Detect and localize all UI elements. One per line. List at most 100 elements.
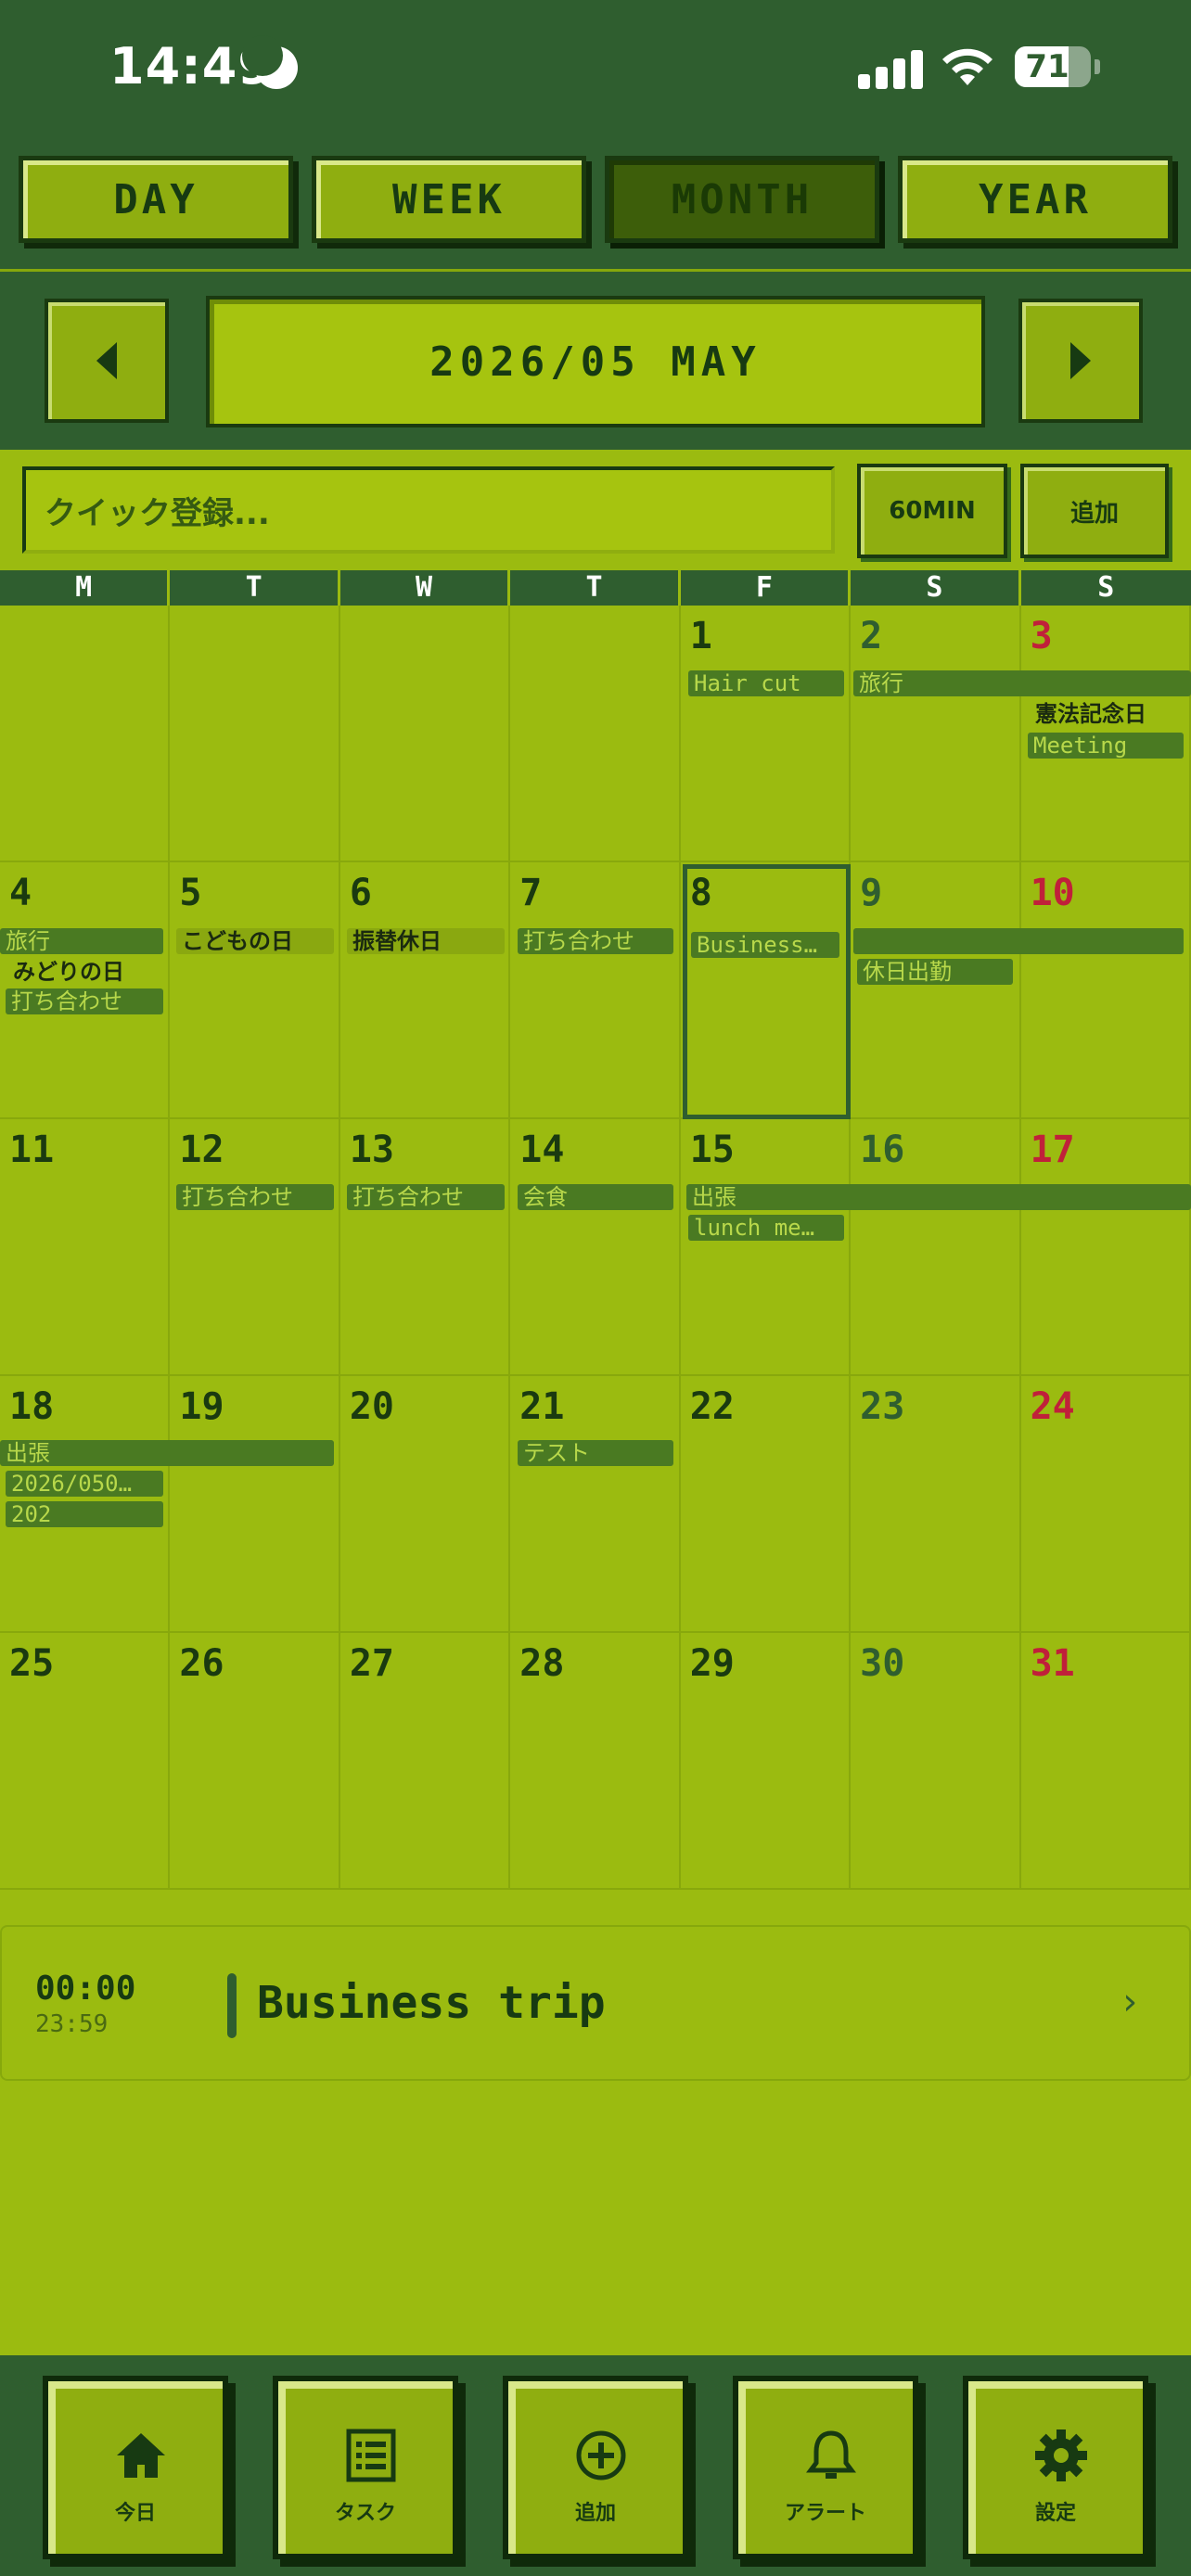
weekday-label: M xyxy=(0,570,171,606)
calendar-day-cell[interactable] xyxy=(170,606,340,862)
calendar-day-cell[interactable]: 2 xyxy=(851,606,1021,862)
weekday-label: T xyxy=(170,570,340,606)
bell-icon xyxy=(806,2430,856,2479)
calendar-day-cell[interactable] xyxy=(0,606,171,862)
event-bar[interactable]: Hair cut xyxy=(688,670,844,696)
day-number: 14 xyxy=(519,1129,565,1171)
month-grid: 1 2 3 4 5 6 7 8 9 10 11 12 13 14 15 16 17 18 19 20 21 22 23 24 2… xyxy=(0,606,1191,1891)
day-number: 26 xyxy=(179,1642,224,1685)
calendar-day-cell[interactable]: 15 xyxy=(680,1119,852,1376)
nav-tasks-button[interactable]: タスク xyxy=(273,2376,458,2559)
calendar-day-cell[interactable]: 1 xyxy=(680,606,852,862)
day-number: 16 xyxy=(860,1129,905,1171)
nav-label: 設定 xyxy=(1034,2502,1076,2525)
calendar-day-cell[interactable]: 22 xyxy=(680,1376,852,1633)
day-number: 17 xyxy=(1030,1129,1075,1171)
event-bar[interactable]: Business… xyxy=(691,932,839,958)
event-bar[interactable]: 出張 xyxy=(686,1184,1191,1210)
day-number: 5 xyxy=(179,872,202,914)
event-start-time: 00:00 xyxy=(35,1970,136,2008)
day-number: 10 xyxy=(1030,872,1075,914)
calendar-day-cell[interactable]: 6 xyxy=(339,862,511,1119)
calendar-day-cell[interactable]: 5 xyxy=(170,862,340,1119)
day-number: 20 xyxy=(349,1385,395,1428)
day-number: 7 xyxy=(519,872,543,914)
event-bar[interactable]: 打ち合わせ xyxy=(518,928,673,954)
event-bar[interactable]: lunch me… xyxy=(688,1215,844,1241)
nav-add-button[interactable]: 追加 xyxy=(503,2376,688,2559)
calendar-day-cell[interactable]: 24 xyxy=(1020,1376,1191,1633)
day-number: 28 xyxy=(519,1642,565,1685)
event-color-bar xyxy=(227,1973,237,2038)
event-detail-row[interactable]: 00:00 23:59 Business trip › xyxy=(0,1925,1191,2081)
event-bar[interactable]: 旅行 xyxy=(853,670,1191,696)
quick-add-input[interactable]: クイック登録... xyxy=(22,466,835,554)
calendar-day-cell[interactable]: 11 xyxy=(0,1119,171,1376)
day-number: 31 xyxy=(1030,1642,1075,1685)
event-bar[interactable]: 打ち合わせ xyxy=(347,1184,505,1210)
calendar-day-cell[interactable]: 20 xyxy=(339,1376,511,1633)
calendar-day-cell[interactable]: 21 xyxy=(510,1376,681,1633)
calendar-day-cell[interactable]: 13 xyxy=(339,1119,511,1376)
event-bar[interactable]: Meeting xyxy=(1028,733,1184,759)
day-number: 24 xyxy=(1030,1385,1075,1428)
day-number: 27 xyxy=(349,1642,395,1685)
event-bar[interactable]: 打ち合わせ xyxy=(6,988,163,1014)
previous-month-button[interactable] xyxy=(45,299,169,423)
event-bar[interactable]: テスト xyxy=(518,1440,673,1466)
nav-alerts-button[interactable]: アラート xyxy=(733,2376,918,2559)
event-bar[interactable]: 出張 xyxy=(0,1440,334,1466)
gear-icon xyxy=(1035,2429,1087,2481)
next-month-button[interactable] xyxy=(1018,299,1143,423)
calendar-day-cell[interactable]: 27 xyxy=(339,1633,511,1890)
calendar-day-cell[interactable]: 26 xyxy=(170,1633,340,1890)
calendar-day-cell[interactable]: 25 xyxy=(0,1633,171,1890)
event-bar[interactable]: 打ち合わせ xyxy=(176,1184,334,1210)
day-number: 21 xyxy=(519,1385,565,1428)
plus-circle-icon xyxy=(576,2430,626,2480)
calendar-day-cell[interactable]: 19 xyxy=(170,1376,340,1633)
tab-day[interactable]: DAY xyxy=(19,156,293,243)
nav-today-button[interactable]: 今日 xyxy=(43,2376,228,2559)
calendar-day-cell[interactable] xyxy=(510,606,681,862)
day-number: 29 xyxy=(689,1642,735,1685)
calendar-day-cell[interactable]: 14 xyxy=(510,1119,681,1376)
calendar-day-cell[interactable]: 9 xyxy=(851,862,1021,1119)
calendar-day-cell[interactable]: 10 xyxy=(1020,862,1191,1119)
event-bar[interactable]: 旅行 xyxy=(0,928,163,954)
holiday-label: 振替休日 xyxy=(347,928,505,954)
calendar-day-cell[interactable]: 31 xyxy=(1020,1633,1191,1890)
event-title: Business trip xyxy=(257,1977,606,2029)
tab-month[interactable]: MONTH xyxy=(605,156,879,243)
weekday-label: T xyxy=(510,570,681,606)
quick-add-button[interactable]: 追加 xyxy=(1020,464,1169,558)
weekday-label: W xyxy=(340,570,511,606)
weekday-label: S xyxy=(851,570,1021,606)
event-bar[interactable]: 会食 xyxy=(518,1184,673,1210)
list-icon xyxy=(346,2429,396,2482)
calendar-day-cell[interactable]: 30 xyxy=(851,1633,1021,1890)
nav-label: 今日 xyxy=(114,2502,156,2525)
calendar-day-cell[interactable]: 17 xyxy=(1020,1119,1191,1376)
duration-button[interactable]: 60MIN xyxy=(857,464,1007,558)
nav-label: アラート xyxy=(784,2502,866,2525)
event-bar[interactable]: 休日出勤 xyxy=(857,959,1013,985)
battery-icon: 71 xyxy=(1015,46,1100,87)
calendar-day-cell[interactable]: 12 xyxy=(170,1119,340,1376)
calendar-day-cell[interactable]: 16 xyxy=(851,1119,1021,1376)
chevron-right-icon: › xyxy=(1118,1981,1141,2023)
day-number: 25 xyxy=(9,1642,55,1685)
day-number: 3 xyxy=(1030,615,1053,657)
tab-week[interactable]: WEEK xyxy=(312,156,586,243)
event-bar[interactable]: 202 xyxy=(6,1501,163,1527)
event-bar[interactable]: 2026/050… xyxy=(6,1471,163,1497)
tab-year[interactable]: YEAR xyxy=(898,156,1172,243)
current-month-label: 2026/05 MAY xyxy=(206,296,985,427)
event-bar[interactable] xyxy=(853,928,1184,954)
nav-settings-button[interactable]: 設定 xyxy=(963,2376,1148,2559)
calendar-day-cell[interactable]: 23 xyxy=(851,1376,1021,1633)
calendar-day-cell[interactable]: 29 xyxy=(680,1633,852,1890)
calendar-day-cell[interactable]: 28 xyxy=(510,1633,681,1890)
calendar-day-cell[interactable] xyxy=(339,606,511,862)
calendar-day-cell[interactable]: 7 xyxy=(510,862,681,1119)
